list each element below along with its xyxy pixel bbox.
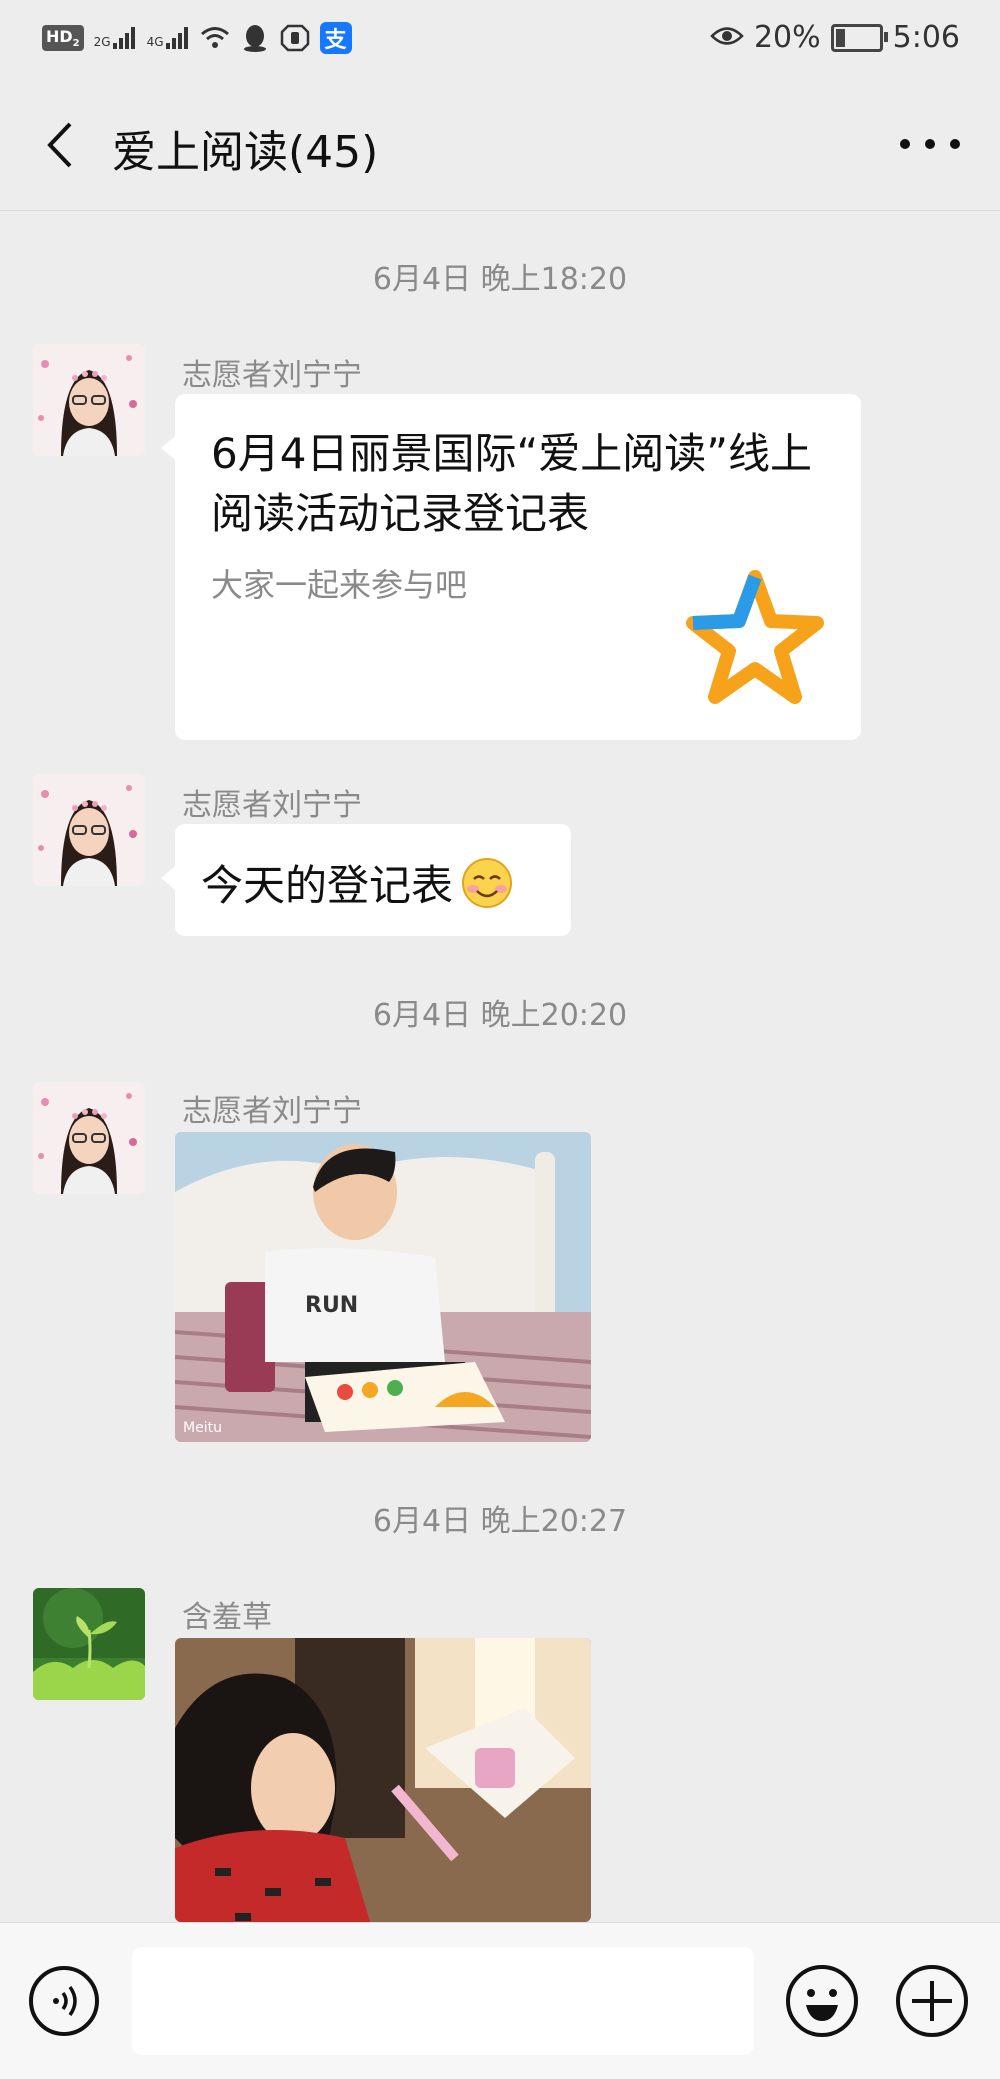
message-input[interactable]	[132, 1947, 754, 2055]
star-icon	[685, 569, 825, 709]
message-text: 今天的登记表	[201, 861, 454, 910]
emoji-icon	[786, 1965, 858, 2037]
qq-icon	[240, 23, 270, 53]
eye-icon	[710, 20, 744, 55]
card-title: 6月4日丽景国际“爱上阅读”线上阅读活动记录登记表	[211, 429, 812, 538]
avatar[interactable]	[33, 774, 145, 886]
emoji-button[interactable]	[784, 1963, 860, 2039]
hand-icon	[280, 23, 310, 53]
text-message[interactable]: 今天的登记表	[161, 824, 571, 936]
chat-title: 爱上阅读(45)	[112, 127, 379, 178]
battery-fill	[835, 28, 845, 47]
link-card[interactable]: 6月4日丽景国际“爱上阅读”线上阅读活动记录登记表 大家一起来参与吧	[161, 394, 861, 740]
clock: 5:06	[892, 20, 960, 55]
battery-icon	[830, 23, 888, 52]
input-bar	[0, 1922, 1000, 2079]
chat-header: 爱上阅读(45)	[0, 80, 1000, 211]
chevron-left-icon	[47, 122, 72, 168]
avatar[interactable]	[33, 1588, 145, 1700]
dot	[900, 139, 910, 149]
hd-label: HD	[46, 26, 73, 46]
net2-label: 4G	[146, 35, 164, 49]
plus-icon	[896, 1965, 968, 2037]
net1-label: 2G	[93, 35, 111, 49]
image-message[interactable]: RUN Meitu	[175, 1132, 591, 1442]
card-description: 大家一起来参与吧	[211, 566, 468, 604]
timestamp: 6月4日 晚上20:20	[372, 998, 628, 1033]
hd-voice-icon: HD2	[42, 24, 84, 52]
more-functions-button[interactable]	[894, 1963, 970, 2039]
battery-percent: 20%	[753, 20, 821, 55]
timestamp: 6月4日 晚上20:27	[372, 1504, 628, 1539]
sender-name: 志愿者刘宁宁	[182, 788, 362, 823]
status-bar: HD2 2G 4G 支 20% 5:06	[0, 0, 1000, 80]
signal-4g-icon: 4G	[147, 27, 190, 49]
signal-2g-icon: 2G	[94, 27, 137, 49]
smiling-face-emoji	[462, 857, 513, 908]
voice-button[interactable]	[28, 1965, 100, 2037]
sender-name: 含羞草	[182, 1600, 272, 1635]
alipay-icon: 支	[319, 22, 352, 54]
hd-sub-label: 2	[72, 38, 80, 50]
back-button[interactable]	[38, 120, 88, 170]
girl-reading-photo	[175, 1638, 591, 1922]
image-message[interactable]	[175, 1638, 591, 1922]
sender-name: 志愿者刘宁宁	[182, 358, 362, 393]
wifi-icon	[200, 23, 230, 53]
avatar[interactable]	[33, 344, 145, 456]
more-button[interactable]	[900, 124, 960, 164]
voice-icon	[29, 1966, 99, 2036]
timestamp: 6月4日 晚上18:20	[372, 262, 628, 297]
dot	[925, 139, 935, 149]
sender-name: 志愿者刘宁宁	[182, 1094, 362, 1129]
photo-watermark: Meitu	[183, 1420, 222, 1436]
dot	[950, 139, 960, 149]
avatar[interactable]	[33, 1082, 145, 1194]
boy-reading-photo: RUN Meitu	[175, 1132, 591, 1442]
svg-text:RUN: RUN	[305, 1293, 358, 1318]
